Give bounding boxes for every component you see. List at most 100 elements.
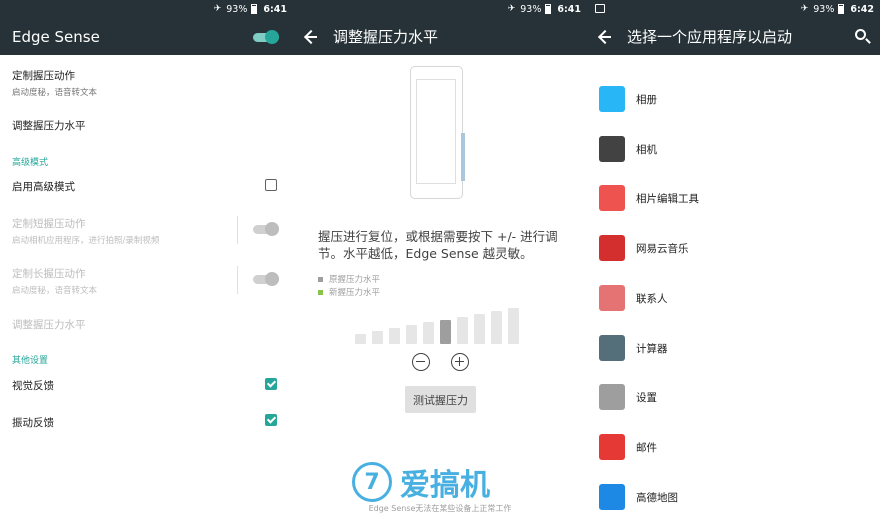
app-list-item[interactable]: 相册 [599,82,859,118]
app-list-item[interactable]: 网易云音乐 [599,231,859,267]
long-squeeze-toggle [253,272,279,286]
battery-icon [545,4,552,14]
status-time: 6:41 [557,3,581,15]
item-subtitle: 启动相机应用程序，进行拍照/录制视频 [12,236,160,246]
netease-music-icon [599,235,625,262]
settings-icon [599,384,625,411]
item-subtitle: 启动度秘，语音转文本 [12,286,98,296]
back-arrow-icon[interactable] [595,25,619,49]
notification-image-icon [595,4,605,13]
phone-illustration [410,66,465,199]
adjust-squeeze-level-panel: ✈ 93% 6:41 调整握压力水平 握压进行复位，或根据需要按下 +/- 进行… [293,0,587,522]
back-arrow-icon[interactable] [301,25,325,49]
page-title: 调整握压力水平 [333,28,439,46]
item-title: 启用高级模式 [12,181,75,193]
app-name: 设置 [636,392,657,405]
calculator-icon [599,334,625,361]
visual-feedback-item[interactable]: 视觉反馈 [12,378,281,393]
item-title: 振动反馈 [12,417,54,429]
watermark: 7 爱搞机 [352,460,490,504]
legend-new-level: 新握压力水平 [318,286,380,298]
app-bar: 调整握压力水平 [293,18,587,55]
customize-short-squeeze-item: 定制短握压动作 启动相机应用程序，进行拍照/录制视频 [12,216,281,246]
visual-feedback-checkbox[interactable] [265,378,277,390]
app-name: 相片编辑工具 [636,193,699,206]
legend-swatch [318,276,323,282]
other-settings-header: 其他设置 [12,356,49,366]
app-name: 相机 [636,143,657,156]
search-icon[interactable] [855,29,866,40]
app-name: 相册 [636,94,657,106]
edge-sense-master-toggle[interactable] [253,30,279,44]
squeeze-level-meter [355,307,525,344]
item-title: 调整握压力水平 [12,319,86,331]
watermark-logo: 7 [352,462,392,502]
app-bar: 选择一个应用程序以启动 [587,18,880,55]
short-squeeze-toggle [253,222,279,236]
advanced-mode-checkbox[interactable] [265,179,277,191]
item-title: 视觉反馈 [12,380,54,392]
battery-icon [251,4,258,14]
app-bar: Edge Sense [0,18,293,55]
status-time: 6:41 [263,3,287,15]
status-icons: ✈ [213,4,223,14]
item-subtitle: 启动度秘，语音转文本 [12,88,98,98]
watermark-text: 爱搞机 [400,468,490,503]
advanced-squeeze-level-item: 调整握压力水平 [12,317,281,332]
item-title: 定制短握压动作 [12,218,86,230]
divider [237,266,238,294]
vibration-feedback-item[interactable]: 振动反馈 [12,415,281,430]
level-bar [406,325,417,344]
footer-note: Edge Sense无法在某些设备上正常工作 [368,504,512,513]
level-bar [508,307,519,344]
level-bar [440,319,451,344]
legend-label: 原握压力水平 [329,275,381,285]
status-icons: ✈ [507,4,517,14]
app-list-item[interactable]: 高德地图 [599,480,859,516]
level-bar [474,313,485,344]
page-title: 选择一个应用程序以启动 [627,28,793,46]
page-title: Edge Sense [12,27,100,46]
divider [237,216,238,244]
level-bar [372,331,383,344]
app-name: 高德地图 [636,491,678,504]
status-icons: ✈ [800,4,810,14]
decrease-level-button[interactable] [412,353,430,371]
level-bar [423,322,434,344]
legend-label: 新握压力水平 [329,288,381,298]
status-time: 6:42 [850,3,874,15]
photo-editor-icon [599,185,625,212]
advanced-mode-header: 高级模式 [12,158,49,168]
enable-advanced-mode-item[interactable]: 启用高级模式 [12,179,281,194]
legend-original-level: 原握压力水平 [318,273,380,285]
vibration-feedback-checkbox[interactable] [265,414,277,426]
status-bar: ✈ 93% 6:41 [0,0,293,18]
app-name: 联系人 [636,292,668,305]
adjust-squeeze-level-item[interactable]: 调整握压力水平 [12,118,281,133]
test-squeeze-button[interactable]: 测试握压力 [405,386,476,413]
battery-level: 93% [226,3,248,15]
app-list-item[interactable]: 计算器 [599,331,859,367]
battery-level: 93% [520,3,542,15]
status-bar: ✈ 93% 6:41 [293,0,587,18]
app-name: 计算器 [636,342,668,355]
level-bar [389,328,400,344]
mail-icon [599,433,625,460]
gallery-icon [599,86,625,112]
app-list-item[interactable]: 联系人 [599,281,859,317]
edge-sense-settings-panel: ✈ 93% 6:41 Edge Sense 定制握压动作 启动度秘，语音转文本 … [0,0,293,522]
app-list-item[interactable]: 相片编辑工具 [599,181,859,217]
choose-app-panel: ✈ 93% 6:42 选择一个应用程序以启动 相册 相机 相片编辑工具 网易云音乐 联系… [587,0,880,522]
amap-icon [599,483,625,510]
app-name: 网易云音乐 [636,243,689,256]
contacts-icon [599,284,625,311]
level-bar [491,310,502,344]
app-list-item[interactable]: 相机 [599,132,859,168]
increase-level-button[interactable] [451,353,469,371]
app-list-item[interactable]: 邮件 [599,430,859,466]
legend-swatch [318,289,323,295]
app-list-item[interactable]: 设置 [599,380,859,416]
edge-sensor-highlight [461,133,465,181]
customize-squeeze-action-item[interactable]: 定制握压动作 启动度秘，语音转文本 [12,68,281,98]
customize-long-squeeze-item: 定制长握压动作 启动度秘，语音转文本 [12,266,281,296]
